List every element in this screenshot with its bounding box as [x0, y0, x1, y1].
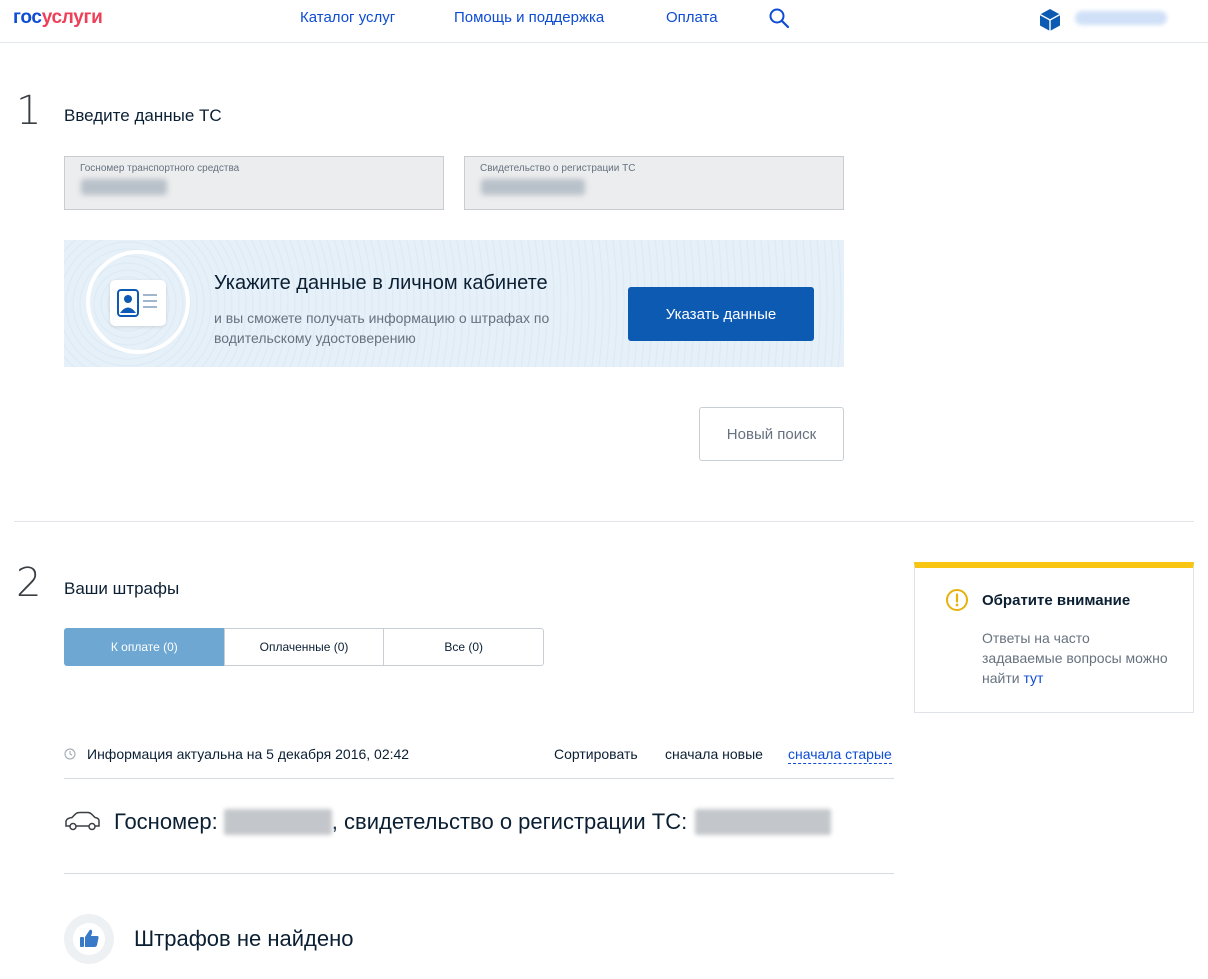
- promo-title: Укажите данные в личном кабинете: [214, 272, 548, 294]
- notice-title: Обратите внимание: [982, 592, 1131, 609]
- registration-cert-value-redacted: [481, 179, 585, 195]
- info-actual-date: Информация актуальна на 5 декабря 2016, …: [87, 746, 410, 762]
- vehicle-number-field[interactable]: Госномер транспортного средства: [64, 156, 444, 210]
- no-fines-text: Штрафов не найдено: [134, 926, 354, 951]
- personal-account-promo: Укажите данные в личном кабинете и вы см…: [64, 240, 844, 367]
- section-divider: [14, 521, 1194, 522]
- notice-body: Ответы на часто задаваемые вопросы можно…: [982, 630, 1168, 686]
- tab-all[interactable]: Все (0): [383, 628, 545, 666]
- step-2-number: 2: [16, 560, 42, 606]
- notice-text: Ответы на часто задаваемые вопросы можно…: [982, 628, 1172, 688]
- new-search-button[interactable]: Новый поиск: [699, 407, 844, 461]
- clock-icon: [64, 748, 76, 760]
- vehicle-cert-middle: , свидетельство о регистрации ТС:: [331, 809, 688, 834]
- car-icon: [65, 811, 100, 831]
- exclamation-icon: [946, 589, 968, 611]
- registration-cert-label: Свидетельство о регистрации ТС: [480, 163, 636, 174]
- thumbs-up-icon: [80, 929, 99, 947]
- nav-catalog[interactable]: Каталог услуг: [300, 9, 395, 26]
- attention-notice: Обратите внимание Ответы на часто задава…: [914, 562, 1194, 713]
- header: госуслуги Каталог услуг Помощь и поддерж…: [0, 0, 1208, 43]
- step-1-title: Введите данные ТС: [64, 106, 222, 125]
- vehicle-line: Госномер: , свидетельство о регистрации …: [114, 809, 832, 835]
- thumbs-up-badge: [64, 914, 114, 964]
- registration-cert-field[interactable]: Свидетельство о регистрации ТС: [464, 156, 844, 210]
- registration-cert-redacted: [695, 809, 832, 835]
- search-icon[interactable]: [768, 7, 790, 29]
- vehicle-number-prefix: Госномер:: [114, 809, 218, 834]
- step-2-title: Ваши штрафы: [64, 579, 180, 598]
- nav-help[interactable]: Помощь и поддержка: [454, 9, 604, 26]
- vehicle-info-row: Госномер: , свидетельство о регистрации …: [64, 779, 894, 874]
- user-name-redacted[interactable]: [1075, 11, 1167, 25]
- vehicle-number-label: Госномер транспортного средства: [80, 163, 240, 174]
- sort-label: Сортировать: [554, 746, 638, 762]
- sort-newest-option[interactable]: сначала новые: [665, 746, 763, 762]
- info-sort-row: Информация актуальна на 5 декабря 2016, …: [64, 745, 894, 779]
- nav-payment[interactable]: Оплата: [666, 9, 718, 26]
- promo-text: и вы сможете получать информацию о штраф…: [214, 310, 550, 346]
- vehicle-number-value-redacted: [81, 179, 167, 195]
- vehicle-number-redacted: [223, 809, 332, 835]
- user-avatar-icon[interactable]: [1038, 8, 1062, 32]
- fines-tabs: К оплате (0) Оплаченные (0) Все (0): [64, 628, 545, 666]
- gosuslugi-logo[interactable]: госуслуги: [13, 7, 103, 29]
- step-1-number: 1: [16, 88, 42, 134]
- id-card-icon: [110, 280, 166, 326]
- faq-link[interactable]: тут: [1023, 670, 1043, 686]
- specify-data-button[interactable]: Указать данные: [628, 287, 814, 341]
- tab-paid[interactable]: Оплаченные (0): [223, 628, 385, 666]
- tab-to-pay[interactable]: К оплате (0): [64, 628, 225, 666]
- sort-oldest-option[interactable]: сначала старые: [788, 746, 892, 764]
